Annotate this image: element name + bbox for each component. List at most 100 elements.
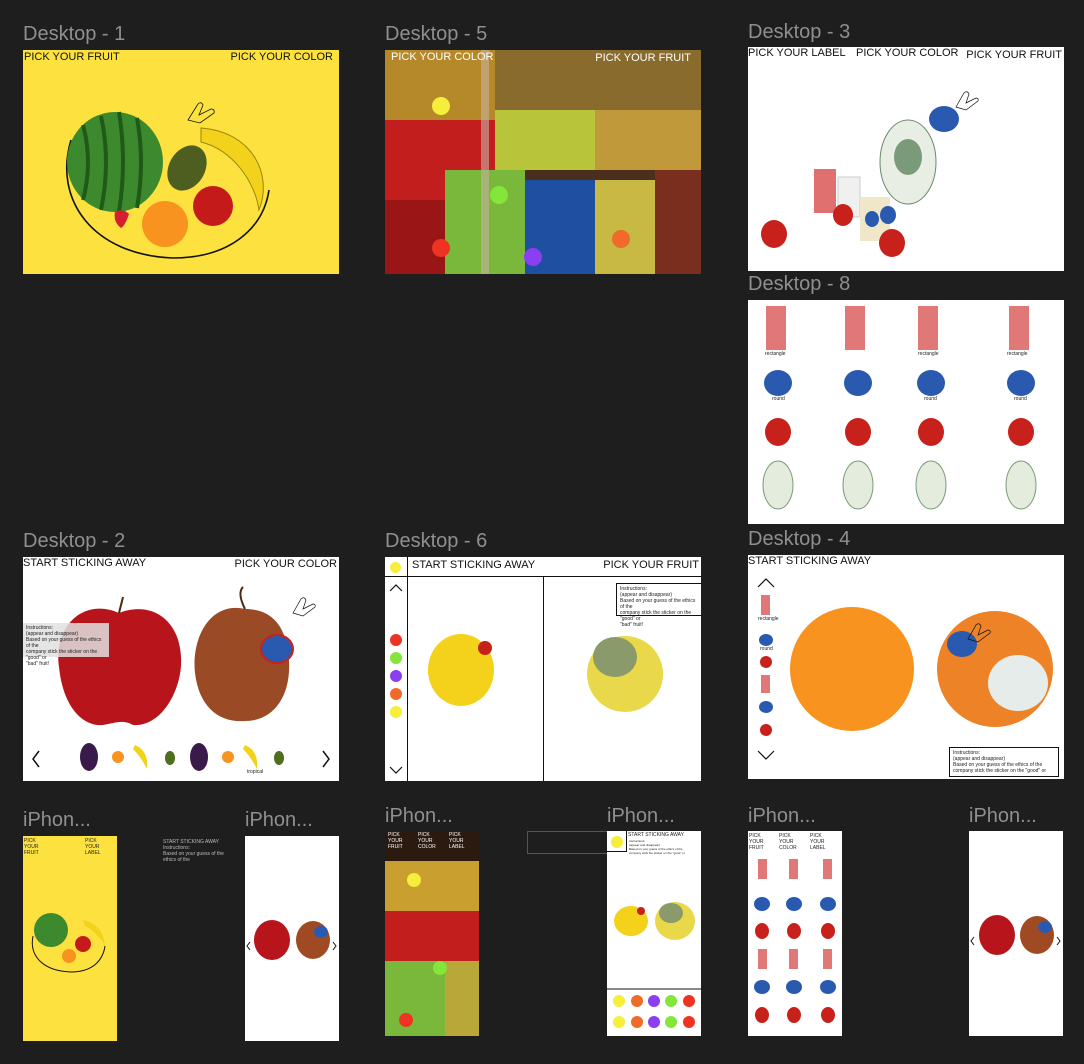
sticker-collage — [761, 91, 979, 257]
pick-fruit-link[interactable]: PICK YOUR FRUIT — [388, 832, 410, 850]
market-photo — [385, 831, 479, 1036]
sticker-label: round — [1014, 396, 1027, 402]
orange-icon — [112, 751, 124, 763]
instructions-box: Instructions: (appear and disappear) Base… — [616, 583, 701, 628]
color-option-yellow[interactable] — [613, 995, 625, 1007]
iphone-5-frame[interactable]: PICK YOUR FRUIT PICK YOUR COLOR PICK YOU… — [748, 831, 842, 1036]
eggplant-icon — [190, 743, 208, 771]
desktop-6-frame[interactable]: START STICKING AWAY PICK YOUR FRUIT Inst… — [385, 557, 701, 781]
desktop-8-frame[interactable]: rectangle rectangle rectangle round roun… — [748, 300, 1064, 524]
cool-sticker-icon — [759, 634, 773, 646]
color-dot-green[interactable] — [433, 961, 447, 975]
round-sticker-icon — [761, 220, 787, 248]
color-dot-red[interactable] — [399, 1013, 413, 1027]
banana-icon — [243, 745, 258, 769]
mobile-instructions-note: START STICKING AWAY Instructions: Based … — [163, 839, 224, 863]
color-option-red[interactable] — [390, 634, 402, 646]
pick-label-link[interactable]: PICK YOUR LABEL — [449, 832, 473, 850]
desktop-4-frame[interactable]: START STICKING AWAY rectangle round Inst… — [748, 555, 1064, 779]
frame-title-iphone-1[interactable]: iPhon... — [23, 808, 91, 832]
frame-title-desktop-3[interactable]: Desktop - 3 — [748, 20, 850, 44]
color-option-green[interactable] — [665, 1016, 677, 1028]
color-option-orange[interactable] — [631, 1016, 643, 1028]
plainville-row — [762, 460, 1037, 510]
frame-title-iphone-6[interactable]: iPhon... — [969, 804, 1037, 828]
apple-comparison — [32, 586, 330, 771]
desktop-5-frame[interactable]: PICK YOUR COLOR PICK YOUR FRUIT — [385, 50, 701, 274]
color-dot-orange[interactable] — [612, 230, 630, 248]
scroll-down-icon — [757, 750, 775, 760]
color-dot-green[interactable] — [490, 186, 508, 204]
frame-title-desktop-5[interactable]: Desktop - 5 — [385, 22, 487, 46]
frame-title-iphone-4[interactable]: iPhon... — [607, 804, 675, 828]
color-option-orange[interactable] — [631, 995, 643, 1007]
color-option-green[interactable] — [390, 652, 402, 664]
cool-row — [764, 370, 1035, 396]
fruit-bowl-illustration — [31, 913, 106, 973]
tropical-label: tropical — [247, 769, 264, 775]
cool-sticker-icon — [929, 106, 959, 132]
color-dot-red[interactable] — [432, 239, 450, 257]
frame-title-iphone-3[interactable]: iPhon... — [385, 804, 453, 828]
next-arrow-icon — [1056, 936, 1061, 946]
desktop-1-frame[interactable]: PICK YOUR FRUIT PICK YOUR COLOR — [23, 50, 339, 274]
frame-title-iphone-5[interactable]: iPhon... — [748, 804, 816, 828]
pick-fruit-link[interactable]: PICK YOUR FRUIT — [595, 52, 691, 64]
frame-title-desktop-8[interactable]: Desktop - 8 — [748, 272, 850, 296]
rectangle-row — [766, 306, 1029, 350]
rectangle-sticker-icon — [761, 595, 770, 615]
frame-title-desktop-1[interactable]: Desktop - 1 — [23, 22, 125, 46]
color-option-orange[interactable] — [390, 688, 402, 700]
iphone-3-frame[interactable]: PICK YOUR FRUIT PICK YOUR COLOR PICK YOU… — [385, 831, 479, 1036]
next-arrow-icon — [332, 941, 337, 951]
sticker-grid — [754, 859, 836, 1023]
fresh-orange-icon — [790, 607, 914, 731]
watermelon-icon — [67, 112, 163, 212]
strawberry-icon — [114, 210, 129, 228]
color-option-purple[interactable] — [390, 670, 402, 682]
iphone-1-frame[interactable]: PICK YOUR FRUIT PICK YOUR LABEL — [23, 836, 117, 1041]
iphone-6-frame[interactable] — [969, 831, 1063, 1036]
color-dot-yellow[interactable] — [432, 97, 450, 115]
instructions-box: Instructions: (appear and disappear) Base… — [949, 747, 1059, 777]
apple-comparison — [246, 920, 337, 960]
avocado-icon — [165, 751, 175, 765]
frame-title-desktop-4[interactable]: Desktop - 4 — [748, 527, 850, 551]
scroll-up-icon — [389, 584, 403, 592]
desktop-2-frame[interactable]: START STICKING AWAY PICK YOUR COLOR Inst… — [23, 557, 339, 781]
sticker-label: rectangle — [1007, 351, 1028, 357]
frame-title-desktop-2[interactable]: Desktop - 2 — [23, 529, 125, 553]
sticker-label: round — [924, 396, 937, 402]
rectangle-sticker-icon — [814, 169, 836, 213]
frame-title-desktop-6[interactable]: Desktop - 6 — [385, 529, 487, 553]
fruit-bowl-illustration — [66, 102, 270, 259]
round-red-row — [765, 418, 1034, 446]
color-option-yellow[interactable] — [613, 1016, 625, 1028]
frame-title-iphone-2[interactable]: iPhon... — [245, 808, 313, 832]
banana-icon — [133, 745, 148, 769]
orange-icon — [142, 201, 188, 247]
scroll-up-icon — [757, 578, 775, 588]
color-option-yellow[interactable] — [390, 706, 402, 718]
color-option-red[interactable] — [683, 995, 695, 1007]
color-option-purple[interactable] — [648, 995, 660, 1007]
color-dot-purple[interactable] — [524, 248, 542, 266]
prev-arrow-icon — [970, 936, 975, 946]
color-option-purple[interactable] — [648, 1016, 660, 1028]
desktop-3-frame[interactable]: PICK YOUR LABEL PICK YOUR COLOR PICK YOU… — [748, 47, 1064, 271]
red-sticker-icon — [478, 641, 492, 655]
iphone-4-frame[interactable]: START STICKING AWAY Instructions: (appear… — [607, 831, 701, 1036]
avocado-icon — [274, 751, 284, 765]
color-dot-yellow[interactable] — [407, 873, 421, 887]
iphone-2-frame[interactable] — [245, 836, 339, 1041]
next-arrow-icon — [322, 750, 330, 768]
sticker-label: round — [772, 396, 785, 402]
rotten-apple-icon — [194, 607, 290, 722]
pick-color-link[interactable]: PICK YOUR COLOR — [418, 832, 442, 850]
selection-rectangle — [527, 831, 609, 854]
pick-color-link[interactable]: PICK YOUR COLOR — [391, 51, 494, 63]
color-option-green[interactable] — [665, 995, 677, 1007]
color-option-red[interactable] — [683, 1016, 695, 1028]
prev-arrow-icon — [246, 941, 251, 951]
instructions-box: Instructions: (appear and disappear) Base… — [23, 623, 109, 667]
